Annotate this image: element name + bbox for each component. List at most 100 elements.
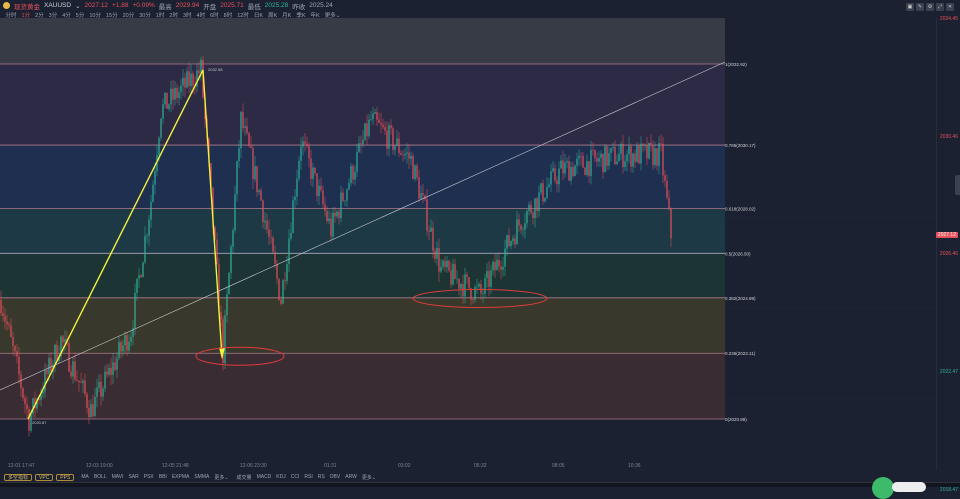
sub-indicator[interactable]: 更多⌄	[361, 474, 377, 481]
candle	[566, 161, 568, 163]
time-label: 10:36	[628, 463, 641, 469]
indicator-button-2[interactable]: PPS	[56, 473, 75, 481]
candle	[24, 397, 26, 404]
candle	[434, 250, 436, 259]
candle	[552, 168, 554, 172]
fib-level-label: 0.236(2023.11)	[725, 351, 756, 356]
candle	[452, 264, 454, 285]
sub-indicator[interactable]: 成交量	[236, 474, 253, 481]
symbol-name[interactable]: 现货黄金	[14, 1, 40, 11]
candle	[184, 77, 186, 88]
candle	[94, 396, 96, 417]
sub-indicator[interactable]: KDJ	[275, 474, 286, 480]
candle	[604, 146, 606, 173]
main-indicator[interactable]: SAR	[127, 474, 139, 480]
indicator-button-1[interactable]: VPC	[35, 473, 54, 481]
candle	[182, 77, 184, 86]
prev-close-value: 2025.24	[309, 2, 333, 9]
open-label: 开盘	[203, 3, 217, 11]
float-panel[interactable]	[892, 482, 926, 492]
candle	[10, 325, 12, 337]
candle	[148, 219, 150, 236]
main-indicator[interactable]: EXPMA	[171, 474, 191, 480]
candle	[636, 145, 638, 162]
main-indicator[interactable]: PSX	[143, 474, 155, 480]
sub-indicator[interactable]: CCI	[290, 474, 301, 480]
candle	[302, 141, 304, 147]
candle	[374, 112, 376, 114]
candle	[28, 408, 30, 431]
candle	[574, 165, 576, 176]
candle	[234, 194, 236, 231]
candle	[388, 125, 390, 149]
candle	[142, 262, 144, 278]
candle	[26, 403, 28, 409]
candle	[410, 155, 412, 159]
candle	[98, 381, 100, 388]
candle	[464, 274, 466, 297]
candle	[524, 223, 526, 230]
candle	[478, 283, 480, 287]
prev-close-label: 昨收	[292, 3, 306, 11]
candle	[400, 153, 402, 155]
candle	[446, 260, 448, 268]
candle	[476, 286, 478, 288]
candle	[436, 247, 438, 259]
candle	[14, 346, 16, 352]
candle	[496, 259, 498, 271]
symbol-dropdown-icon[interactable]: ⌄	[75, 2, 80, 10]
main-indicator[interactable]: 更多⌄	[213, 474, 229, 481]
fullscreen-icon[interactable]: ⤢	[936, 3, 944, 11]
candle	[424, 195, 426, 200]
candle	[172, 88, 174, 100]
candle	[556, 180, 558, 185]
close-icon[interactable]: ✕	[946, 3, 954, 11]
candle	[282, 280, 284, 304]
status-bar	[0, 482, 960, 487]
candle	[644, 144, 646, 146]
candle	[504, 248, 506, 267]
candle	[408, 152, 410, 159]
main-indicator[interactable]: MA	[80, 474, 90, 480]
screenshot-icon[interactable]: ▣	[906, 3, 914, 11]
candle	[78, 380, 80, 383]
candle	[216, 239, 218, 265]
candle	[494, 261, 496, 271]
fib-level-label: 0.382(2024.99)	[725, 296, 756, 301]
sub-indicator[interactable]: RS	[317, 474, 326, 480]
candle	[380, 122, 382, 125]
candle	[638, 145, 640, 164]
symbol-code[interactable]: XAUUSD	[44, 2, 71, 9]
candle	[628, 146, 630, 155]
chat-float-button[interactable]	[872, 477, 894, 499]
collapse-panel-handle[interactable]	[955, 175, 960, 195]
main-indicator[interactable]: SMMA	[193, 474, 210, 480]
settings-icon[interactable]: ⚙	[926, 3, 934, 11]
main-indicator[interactable]: MAVI	[111, 474, 125, 480]
time-label: 12-03 19:00	[86, 463, 113, 469]
candle	[272, 237, 274, 252]
candle	[498, 259, 500, 267]
fib-level-label: 0(2020.88)	[725, 417, 747, 422]
draw-icon[interactable]: ✎	[916, 3, 924, 11]
main-indicator[interactable]: BBI	[158, 474, 168, 480]
sub-indicator[interactable]: RSI	[303, 474, 313, 480]
fib-zone	[0, 145, 725, 209]
candle	[108, 367, 110, 375]
candle	[314, 167, 316, 174]
sub-indicator[interactable]: OBV	[329, 474, 342, 480]
sub-indicator[interactable]: ARW	[344, 474, 358, 480]
candle	[420, 193, 422, 199]
candle	[174, 87, 176, 100]
main-indicator[interactable]: BOLL	[93, 474, 108, 480]
axis-price-label: 2026.46	[939, 251, 958, 258]
axis-price-label: 2034.45	[939, 15, 958, 22]
price-chart[interactable]: 1(2032.92) 0.786(2030.17) 0.618(2028.02) 0.…	[0, 18, 936, 470]
candle	[356, 151, 358, 172]
candle	[86, 394, 88, 408]
price-axis[interactable]: 2034.45 2030.46 2026.46 2022.47 2018.47 2027.…	[935, 15, 960, 493]
sub-indicator[interactable]: MACD	[256, 474, 273, 480]
candle	[110, 367, 112, 375]
candle	[244, 126, 246, 128]
indicator-button-0[interactable]: 多空指标	[4, 473, 33, 481]
